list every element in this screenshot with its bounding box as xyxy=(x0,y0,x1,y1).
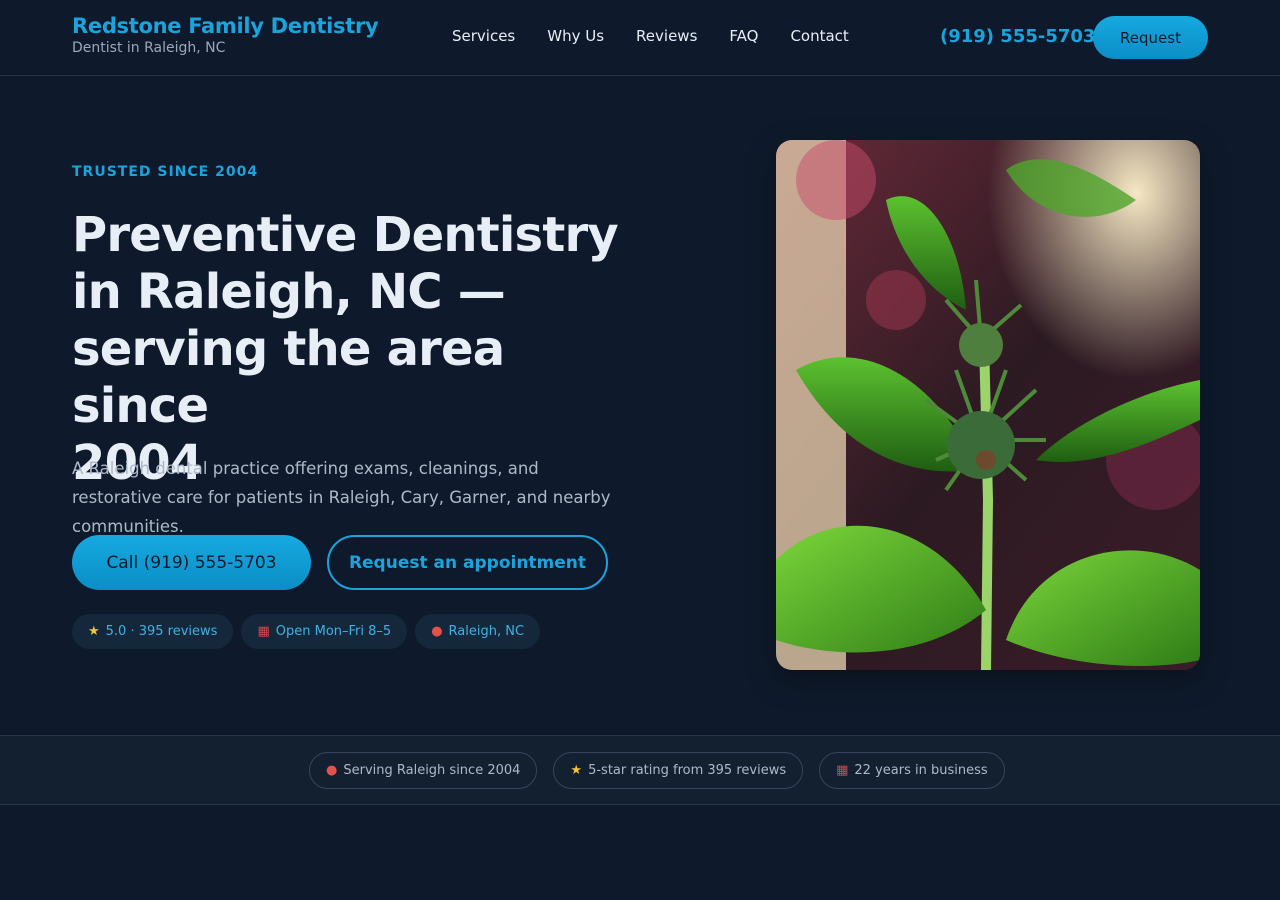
calendar-icon: ▦ xyxy=(836,763,849,778)
trust-pill-years: ▦ 22 years in business xyxy=(819,752,1005,789)
hero-photo xyxy=(776,140,1200,670)
star-icon: ★ xyxy=(570,763,583,778)
rating-chip-text: 5.0 · 395 reviews xyxy=(105,624,218,639)
trust-bar: ● Serving Raleigh since 2004 ★ 5-star ra… xyxy=(0,735,1280,805)
hero-chips: ★ 5.0 · 395 reviews ▦ Open Mon–Fri 8–5 ●… xyxy=(72,614,541,649)
trust-items: ● Serving Raleigh since 2004 ★ 5-star ra… xyxy=(309,752,1005,789)
brand-name[interactable]: Redstone Family Dentistry xyxy=(72,14,379,38)
nav-link-faq[interactable]: FAQ xyxy=(729,27,758,45)
nav-link-why-us[interactable]: Why Us xyxy=(547,27,604,45)
trust-pill-text: 22 years in business xyxy=(854,763,988,778)
hero-title-line: Preventive Dentistry xyxy=(72,207,619,263)
header-request-button[interactable]: Request xyxy=(1093,16,1208,59)
trust-pill-rating: ★ 5-star rating from 395 reviews xyxy=(553,752,804,789)
rating-chip: ★ 5.0 · 395 reviews xyxy=(72,614,234,649)
main-nav: Services Why Us Reviews FAQ Contact xyxy=(452,27,849,45)
header-phone-link[interactable]: (919) 555-5703 xyxy=(940,26,1095,47)
hero-description: A Raleigh dental practice offering exams… xyxy=(72,459,611,536)
hero-title-line: in Raleigh, NC — xyxy=(72,264,506,320)
trust-pill-text: Serving Raleigh since 2004 xyxy=(343,763,521,778)
brand[interactable]: Redstone Family Dentistry Dentist in Ral… xyxy=(72,14,379,56)
location-chip-text: Raleigh, NC xyxy=(448,624,525,639)
trust-pill-serving: ● Serving Raleigh since 2004 xyxy=(309,752,538,789)
location-chip: ● Raleigh, NC xyxy=(415,614,541,649)
hours-chip: ▦ Open Mon–Fri 8–5 xyxy=(241,614,408,649)
hero-eyebrow: TRUSTED SINCE 2004 xyxy=(72,164,259,180)
hours-chip-text: Open Mon–Fri 8–5 xyxy=(275,624,392,639)
pin-icon: ● xyxy=(326,763,338,778)
plant-photo-illustration xyxy=(776,140,1200,670)
nav-link-services[interactable]: Services xyxy=(452,27,515,45)
hero-title-line: serving the area since xyxy=(72,321,505,434)
brand-tagline: Dentist in Raleigh, NC xyxy=(72,40,226,56)
site-header: Redstone Family Dentistry Dentist in Ral… xyxy=(0,0,1280,76)
pin-icon: ● xyxy=(431,624,443,639)
calendar-icon: ▦ xyxy=(257,624,270,639)
nav-link-contact[interactable]: Contact xyxy=(790,27,848,45)
trust-pill-text: 5-star rating from 395 reviews xyxy=(588,763,787,778)
nav-link-reviews[interactable]: Reviews xyxy=(636,27,697,45)
hero-title: Preventive Dentistry in Raleigh, NC — se… xyxy=(72,207,632,492)
request-appointment-button[interactable]: Request an appointment xyxy=(327,535,608,590)
star-icon: ★ xyxy=(88,624,100,639)
call-button[interactable]: Call (919) 555-5703 xyxy=(72,535,311,590)
